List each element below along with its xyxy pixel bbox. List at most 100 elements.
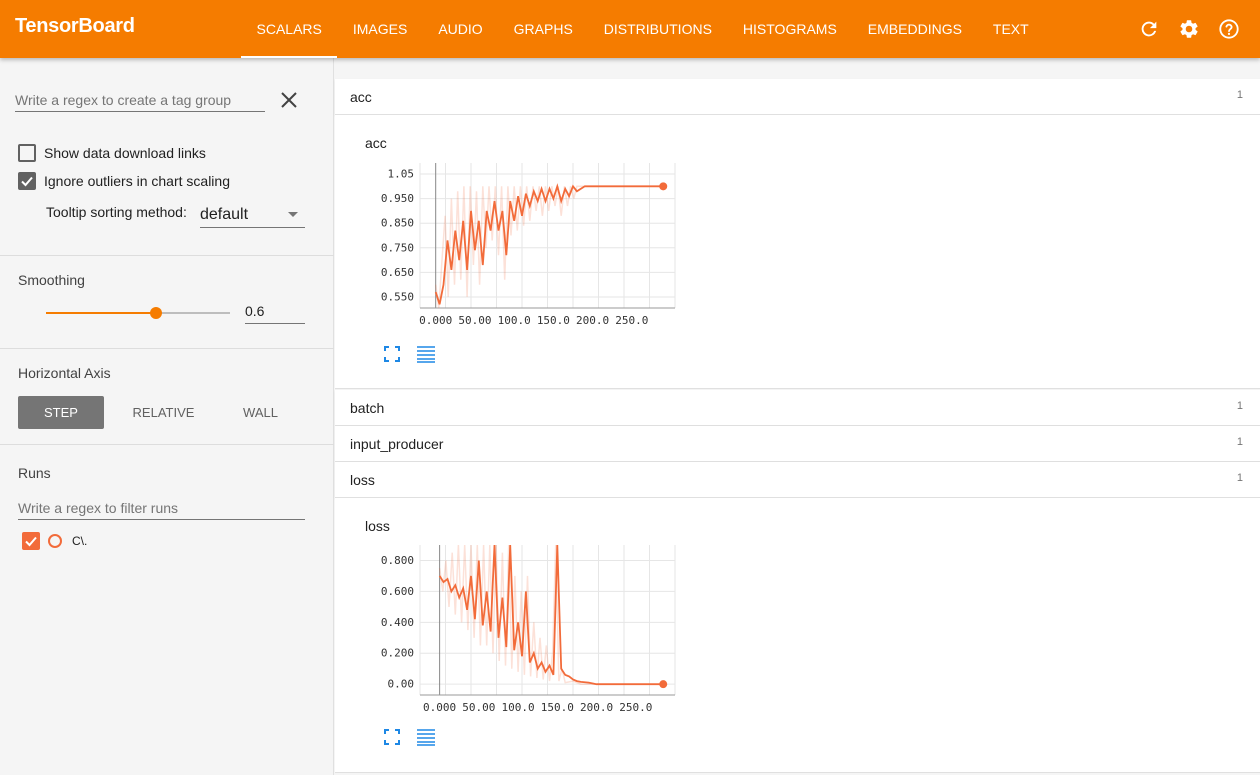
help-icon[interactable] bbox=[1214, 14, 1244, 44]
run-item[interactable]: C\. bbox=[22, 532, 87, 550]
group-header-batch[interactable]: batch 1 bbox=[335, 390, 1260, 426]
x-tick-label: 250.0 bbox=[615, 314, 648, 327]
smoothing-value-input[interactable]: 0.6 bbox=[245, 298, 305, 324]
tab-scalars[interactable]: SCALARS bbox=[241, 0, 338, 58]
tab-embeddings[interactable]: EMBEDDINGS bbox=[852, 0, 977, 58]
tab-images[interactable]: IMAGES bbox=[337, 0, 422, 58]
x-tick-label: 0.000 bbox=[419, 314, 452, 327]
y-tick-label: 0.950 bbox=[381, 192, 414, 205]
smoothing-slider-fill bbox=[46, 312, 157, 314]
smoothing-section: Smoothing 0.6 bbox=[0, 256, 334, 349]
loss-chart[interactable]: 0.00 0.200 0.400 0.600 0.800 0.000 50.00 100.0 1… bbox=[355, 498, 685, 728]
y-axis-scale-icon[interactable] bbox=[417, 345, 435, 363]
smoothing-slider[interactable] bbox=[46, 307, 230, 319]
group-count: 1 bbox=[1236, 400, 1243, 412]
refresh-icon[interactable] bbox=[1134, 14, 1164, 44]
tag-group-regex-input[interactable] bbox=[15, 88, 265, 112]
runs-title: Runs bbox=[18, 465, 51, 481]
sidebar-options-section: Show data download links Ignore outliers… bbox=[0, 58, 334, 256]
show-download-links-toggle[interactable]: Show data download links bbox=[18, 144, 206, 162]
fullscreen-icon[interactable] bbox=[383, 345, 401, 363]
horizontal-axis-section: Horizontal Axis STEP RELATIVE WALL bbox=[0, 349, 334, 445]
x-tick-label: 100.0 bbox=[498, 314, 531, 327]
main-content: acc 1 acc 0.550 0.650 0.750 0.850 0.950 1.05 0… bbox=[335, 58, 1260, 775]
tooltip-sort-select[interactable]: default bbox=[200, 202, 305, 228]
last-point-marker bbox=[659, 680, 668, 689]
group-name: loss bbox=[350, 471, 375, 488]
x-tick-label: 150.0 bbox=[537, 314, 570, 327]
smoothing-slider-knob[interactable] bbox=[150, 307, 163, 319]
chart-actions bbox=[383, 728, 435, 746]
app-brand[interactable]: TensorBoard bbox=[15, 15, 135, 38]
y-tick-label: 0.850 bbox=[381, 217, 414, 230]
group-count: 1 bbox=[1236, 436, 1243, 448]
run-color-radio[interactable] bbox=[48, 534, 62, 548]
x-tick-label: 200.0 bbox=[580, 701, 613, 714]
chart-actions bbox=[383, 345, 435, 363]
x-tick-label: 200.0 bbox=[576, 314, 609, 327]
chart-card-acc: acc 0.550 0.650 0.750 0.850 0.950 1.05 0.000 50… bbox=[355, 115, 685, 389]
raw-series-line bbox=[438, 544, 664, 685]
y-tick-label: 0.650 bbox=[381, 266, 414, 279]
chevron-down-icon bbox=[288, 211, 298, 217]
settings-icon[interactable] bbox=[1174, 14, 1204, 44]
tooltip-sort-value: default bbox=[200, 205, 249, 223]
tab-distributions[interactable]: DISTRIBUTIONS bbox=[588, 0, 727, 58]
run-name: C\. bbox=[72, 534, 88, 548]
group-header-loss[interactable]: loss 1 bbox=[335, 462, 1260, 498]
axis-relative-button[interactable]: RELATIVE bbox=[115, 396, 212, 429]
y-tick-label: 0.200 bbox=[381, 647, 414, 660]
x-tick-label: 150.0 bbox=[541, 701, 574, 714]
raw-series-line bbox=[434, 185, 664, 309]
checkmark-icon bbox=[25, 536, 37, 547]
y-tick-label: 0.600 bbox=[381, 585, 414, 598]
y-tick-label: 0.00 bbox=[388, 678, 415, 691]
fullscreen-icon[interactable] bbox=[383, 728, 401, 746]
y-tick-label: 0.550 bbox=[381, 290, 414, 303]
group-body-loss: loss 0.00 0.200 0.400 0.600 0.800 0.000 50.00 1… bbox=[335, 498, 1260, 773]
group-name: acc bbox=[350, 88, 372, 105]
x-tick-label: 50.00 bbox=[462, 701, 495, 714]
group-name: batch bbox=[350, 399, 385, 416]
run-checkbox[interactable] bbox=[22, 532, 40, 550]
axis-step-button[interactable]: STEP bbox=[18, 396, 104, 429]
tab-graphs[interactable]: GRAPHS bbox=[498, 0, 588, 58]
top-app-bar: TensorBoard SCALARS IMAGES AUDIO GRAPHS … bbox=[0, 0, 1260, 58]
smoothing-title: Smoothing bbox=[18, 272, 85, 288]
x-tick-label: 0.000 bbox=[423, 701, 456, 714]
horizontal-axis-buttons: STEP RELATIVE WALL bbox=[18, 396, 309, 429]
group-name: input_producer bbox=[350, 435, 444, 452]
y-tick-label: 0.750 bbox=[381, 241, 414, 254]
y-tick-label: 0.400 bbox=[381, 616, 414, 629]
group-count: 1 bbox=[1236, 472, 1243, 484]
x-tick-label: 50.00 bbox=[458, 314, 491, 327]
checkmark-icon bbox=[21, 176, 33, 187]
tab-audio[interactable]: AUDIO bbox=[423, 0, 498, 58]
group-header-input-producer[interactable]: input_producer 1 bbox=[335, 426, 1260, 462]
y-tick-label: 1.05 bbox=[388, 168, 415, 181]
group-header-acc[interactable]: acc 1 bbox=[335, 79, 1260, 115]
x-tick-label: 100.0 bbox=[502, 701, 535, 714]
ignore-outliers-toggle[interactable]: Ignore outliers in chart scaling bbox=[18, 172, 230, 190]
ignore-outliers-label: Ignore outliers in chart scaling bbox=[44, 173, 230, 189]
tooltip-sort-label: Tooltip sorting method: bbox=[46, 204, 187, 220]
horizontal-axis-title: Horizontal Axis bbox=[18, 365, 111, 381]
x-tick-label: 250.0 bbox=[619, 701, 652, 714]
show-download-label: Show data download links bbox=[44, 145, 206, 161]
last-point-marker bbox=[659, 182, 668, 191]
close-icon[interactable] bbox=[279, 90, 299, 110]
chart-card-loss: loss 0.00 0.200 0.400 0.600 0.800 0.000 50.00 1… bbox=[355, 498, 685, 773]
tab-histograms[interactable]: HISTOGRAMS bbox=[727, 0, 852, 58]
group-body-acc: acc 0.550 0.650 0.750 0.850 0.950 1.05 0.000 50… bbox=[335, 115, 1260, 389]
y-axis-scale-icon[interactable] bbox=[417, 728, 435, 746]
top-actions bbox=[1134, 14, 1244, 44]
y-tick-label: 0.800 bbox=[381, 554, 414, 567]
runs-filter-input[interactable]: Write a regex to filter runs bbox=[18, 496, 305, 520]
show-download-checkbox[interactable] bbox=[18, 144, 36, 162]
axis-wall-button[interactable]: WALL bbox=[212, 396, 309, 429]
ignore-outliers-checkbox[interactable] bbox=[18, 172, 36, 190]
tab-text[interactable]: TEXT bbox=[977, 0, 1044, 58]
sidebar: Show data download links Ignore outliers… bbox=[0, 58, 334, 775]
dashboard-tabs: SCALARS IMAGES AUDIO GRAPHS DISTRIBUTION… bbox=[241, 0, 1044, 58]
acc-chart[interactable]: 0.550 0.650 0.750 0.850 0.950 1.05 0.000 50.00 1… bbox=[355, 115, 685, 345]
